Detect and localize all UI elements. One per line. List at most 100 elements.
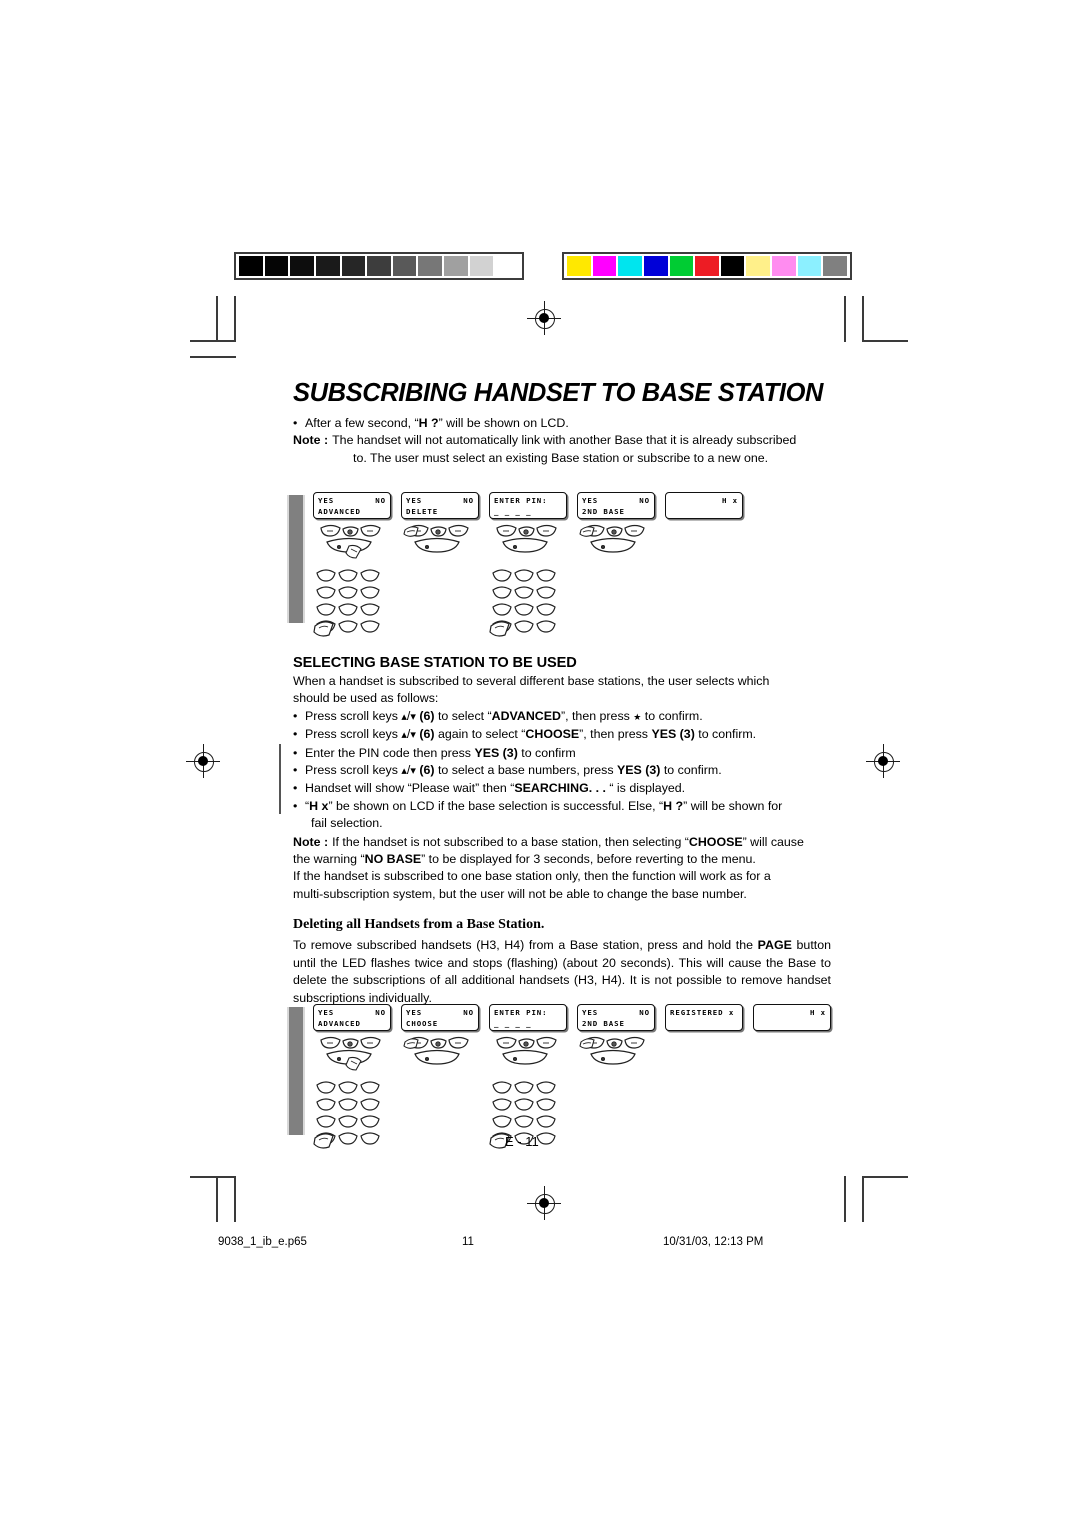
bullet-text-segment: (3): [676, 727, 695, 742]
crop-mark-bottom-left-h: [190, 1176, 236, 1178]
selecting-bullet: • Press scroll keys ▴/▾ (6) to select a b…: [293, 762, 831, 780]
calibration-swatch-9: [797, 256, 822, 276]
lcd-line-1: ENTER PIN:: [494, 495, 562, 506]
lcd-delete: YES NO DELETE: [401, 492, 479, 519]
keypad-illustration: [401, 1034, 479, 1076]
calibration-swatch-6: [392, 256, 417, 276]
keypad-illustration: [313, 1034, 391, 1156]
lcd-line1-left: YES: [406, 1008, 423, 1017]
bullet-text-segment: SEARCHING. . .: [514, 781, 606, 796]
lcd-line-2: _ _ _ _: [494, 507, 532, 516]
page-marker: E - 11: [505, 1134, 539, 1149]
registration-target-left: [186, 744, 220, 778]
bullet-text-segment: to select “: [434, 708, 492, 723]
calibration-swatch-8: [772, 256, 796, 276]
calibration-swatch-10: [823, 256, 848, 276]
bullet-text-segment: to confirm.: [694, 727, 757, 742]
crop-mark-bottom-left-edge: [234, 1176, 236, 1222]
selecting-note-line2: the warning “NO BASE” to be displayed fo…: [293, 851, 831, 868]
lcd-line-2: DELETE: [406, 507, 439, 516]
illustration-step: H x: [753, 1004, 831, 1156]
bullet-glyph: •: [293, 727, 298, 742]
illustration-step: REGISTERED x: [665, 1004, 743, 1156]
selecting-heading: SELECTING BASE STATION TO BE USED: [293, 655, 577, 671]
calibration-swatch-7: [746, 256, 771, 276]
selecting-note-line1-c: ” will cause: [742, 834, 804, 849]
bullet-text-segment: Handset will show “Please wait” then “: [305, 781, 515, 796]
selecting-bullet-continuation: fail selection.: [311, 816, 383, 831]
selecting-bullet: • Enter the PIN code then press YES (3) t…: [293, 745, 831, 762]
lcd-handset-result: H x: [665, 492, 743, 519]
scroll-keys-icon: ▴/▾: [401, 763, 416, 778]
lcd-2nd-base: YES NO 2ND BASE: [577, 1004, 655, 1031]
lcd-line1-right: NO: [639, 496, 650, 505]
bullet-glyph: •: [293, 781, 298, 796]
selecting-bullet-text: Press scroll keys ▴/▾ (6) to select “ADV…: [305, 708, 831, 726]
deleting-para-b: PAGE: [757, 938, 792, 953]
illustration-step: H x: [665, 492, 743, 644]
selecting-bullet: • Handset will show “Please wait” then “S…: [293, 780, 831, 797]
registration-target-right: [866, 744, 900, 778]
selecting-bullet: • “H x” be shown on LCD if the base selec…: [293, 798, 831, 815]
selecting-note-line1: If the handset is not subscribed to a ba…: [332, 834, 831, 851]
intro-note-line2: to. The user must select an existing Bas…: [353, 450, 769, 465]
crop-mark-bottom-right-edge: [844, 1176, 846, 1222]
lcd-line1-left: REGISTERED x: [670, 1008, 735, 1017]
lcd-line1-left: YES: [318, 496, 335, 505]
selecting-bullet: • Press scroll keys ▴/▾ (6) again to sele…: [293, 726, 831, 744]
intro-note-line1: The handset will not automatically link …: [332, 433, 797, 448]
intro-bullet-text: After a few second, “H ?” will be shown …: [305, 415, 831, 432]
lcd-line1-right: NO: [375, 1008, 386, 1017]
selecting-note-label: Note :: [293, 834, 329, 849]
footer-filename: 9038_1_ib_e.p65: [218, 1236, 307, 1248]
bullet-glyph: •: [293, 415, 298, 430]
bullet-text-segment: YES: [474, 745, 500, 760]
keypad-illustration: [313, 522, 391, 644]
selecting-bullet-text: Press scroll keys ▴/▾ (6) again to selec…: [305, 726, 831, 744]
crop-mark-bottom-right-v: [862, 1176, 864, 1222]
lcd-line-1: YES NO: [406, 1007, 474, 1018]
lcd-line1-right: NO: [463, 496, 474, 505]
selecting-bullet-text: Enter the PIN code then press YES (3) to…: [305, 745, 831, 762]
keypad-illustration: [577, 1034, 655, 1076]
intro-bullet-bold: H ?: [418, 415, 439, 430]
bullet-text-segment: YES: [651, 727, 677, 742]
selecting-intro-line1: When a handset is subscribed to several …: [293, 674, 770, 688]
calibration-swatch-10: [495, 256, 520, 276]
color-calibration-bar: [562, 252, 852, 280]
bullet-text-segment: YES: [617, 763, 642, 778]
selecting-bullet-text: “H x” be shown on LCD if the base select…: [305, 798, 831, 815]
lcd-line1-right: H x: [721, 496, 738, 505]
bullet-text-segment: Enter the PIN code then press: [305, 745, 475, 760]
deleting-paragraph: To remove subscribed handsets (H3, H4) f…: [293, 937, 831, 1007]
bullet-text-segment: H ?: [663, 798, 684, 813]
registration-target-top: [527, 301, 561, 335]
illustration-two-side-bar: [287, 1007, 305, 1135]
crop-mark-top-left-v: [216, 296, 218, 342]
calibration-swatch-5: [695, 256, 719, 276]
deleting-heading: Deleting all Handsets from a Base Statio…: [293, 917, 545, 933]
selecting-bullet: • Press scroll keys ▴/▾ (6) to select “AD…: [293, 708, 831, 726]
selecting-note-line2-b: NO BASE: [364, 852, 422, 867]
lcd-line1-left: ENTER PIN:: [494, 1008, 548, 1017]
illustration-step: YES NO CHOOSE: [401, 1004, 479, 1156]
selecting-para2-line2: multi-subscription system, but the user …: [293, 886, 747, 901]
scroll-keys-icon: ▴/▾: [401, 708, 416, 723]
lcd-enter-pin: ENTER PIN: _ _ _ _: [489, 1004, 567, 1031]
illustration-one-side-bar: [287, 495, 305, 623]
lcd-line1-left: YES: [406, 496, 423, 505]
intro-note: Note : The handset will not automaticall…: [293, 432, 831, 449]
lcd-line1-right: H x: [809, 1008, 826, 1017]
bullet-text-segment: ”, then press: [560, 708, 634, 723]
lcd-line-1: H x: [670, 495, 738, 506]
illustration-two: YES NO ADVANCED YES NO CHOOSE ENTER PIN: _ _ …: [313, 1004, 831, 1156]
lcd-line-2: 2ND BASE: [582, 507, 625, 516]
illustration-step: YES NO 2ND BASE: [577, 1004, 655, 1156]
footer-page-number: 11: [462, 1236, 474, 1248]
selecting-note-line2-c: ” to be displayed for 3 seconds, before …: [421, 852, 756, 867]
lcd-advanced: YES NO ADVANCED: [313, 492, 391, 519]
bullet-text-segment: to confirm: [517, 745, 576, 760]
lcd-line1-left: YES: [318, 1008, 335, 1017]
bullet-glyph: •: [293, 745, 298, 760]
lcd-line-2: CHOOSE: [406, 1019, 439, 1028]
